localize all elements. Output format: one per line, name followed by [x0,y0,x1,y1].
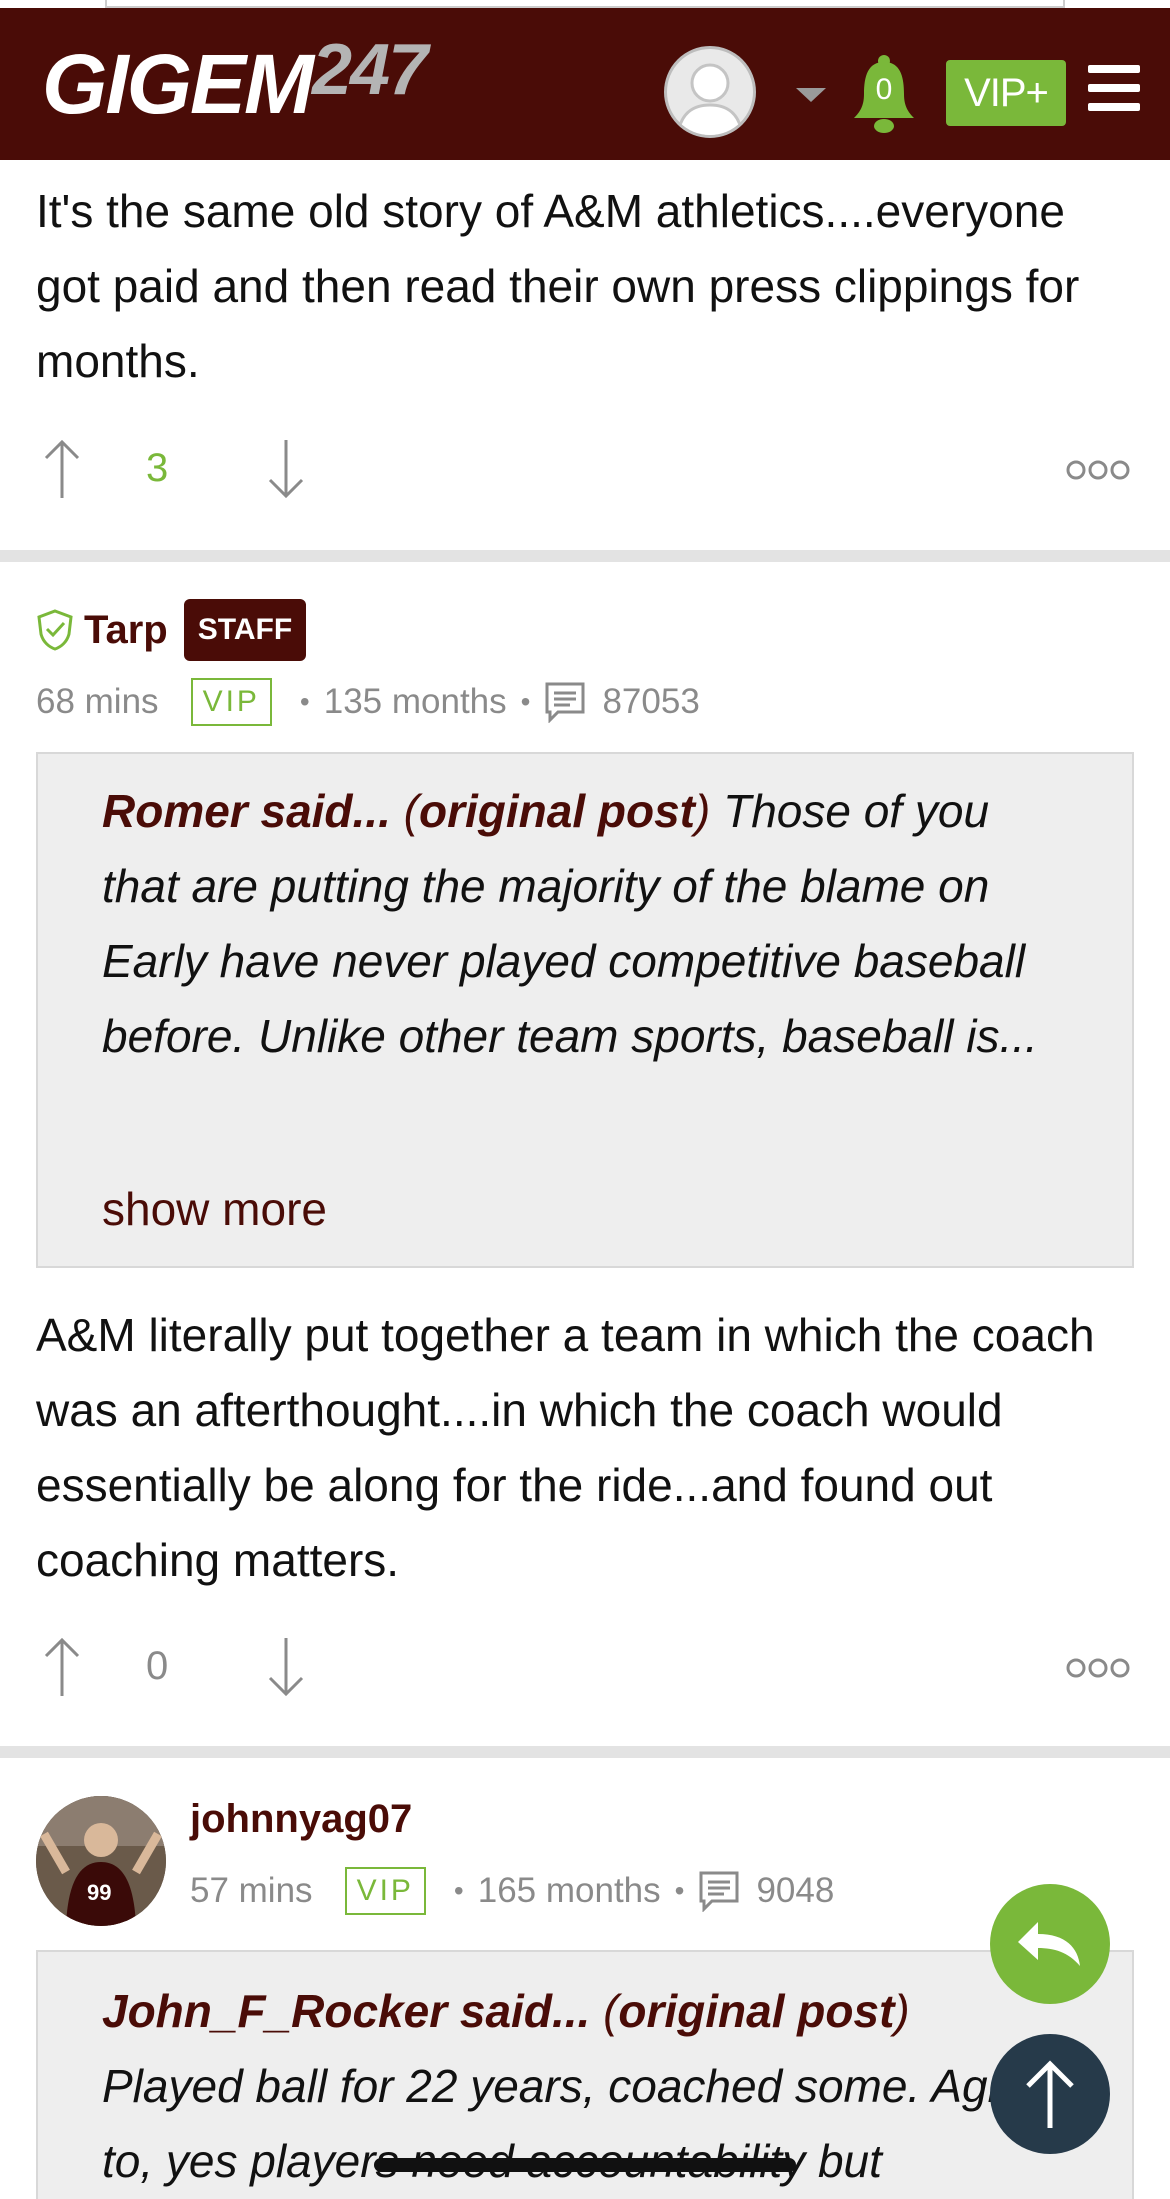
post-author-row: Tarp STAFF [36,598,307,662]
member-tenure: 135 months [323,682,507,721]
author-name[interactable]: johnnyag07 [190,1797,412,1842]
logo-number-text: 247 [312,30,428,110]
notification-count: 0 [875,73,893,106]
post-body: A&M literally put together a team in whi… [36,1309,1095,1586]
post-body: It's the same old story of A&M athletics… [36,185,1080,387]
quote-block: Romer said... (original post) Those of y… [36,752,1134,1268]
arrow-up-icon [1026,2060,1074,2128]
show-more-link[interactable]: show more [102,1182,327,1236]
vip-tag: VIP [190,678,272,726]
quoted-user[interactable]: Romer said... [102,785,391,837]
logo-main-text: GIGEM [42,36,314,131]
post-divider [0,550,1170,562]
member-tenure: 165 months [477,1871,661,1910]
reply-button[interactable] [990,1884,1110,2004]
downvote-arrow-icon[interactable] [266,436,306,502]
caret-down-icon[interactable] [796,88,826,102]
staff-badge: STAFF [183,599,307,661]
vip-plus-button[interactable]: VIP+ [946,60,1066,126]
message-icon [698,1870,740,1913]
vip-tag: VIP [344,1867,426,1915]
post-count: 9048 [756,1871,835,1910]
vote-count: 3 [146,446,169,490]
avatar[interactable]: 99 [36,1796,166,1926]
post-count: 87053 [602,682,700,721]
post-time: 68 mins [36,682,159,721]
post-divider [0,1746,1170,1758]
post-time: 57 mins [190,1871,313,1910]
post-meta: 68 mins VIP • 135 months • 87053 [36,675,700,729]
vote-bar: 0 [36,1634,1136,1704]
vote-count: 0 [146,1644,169,1688]
previous-input-edge [105,0,1065,8]
original-post-link[interactable]: original post [618,1985,894,2037]
home-indicator [374,2158,796,2172]
shield-check-icon [36,608,74,652]
bell-icon[interactable]: 0 [852,54,916,134]
quote-text: Romer said... (original post) Those of y… [102,785,1038,1062]
hamburger-menu-icon[interactable] [1088,65,1140,111]
upvote-arrow-icon[interactable] [42,436,82,502]
post-meta: 57 mins VIP • 165 months • 9048 [190,1864,834,1918]
downvote-arrow-icon[interactable] [266,1634,306,1700]
message-icon [544,681,586,724]
more-options-icon[interactable] [1066,1656,1130,1680]
quoted-user[interactable]: John_F_Rocker said... [102,1985,590,2037]
author-name[interactable]: Tarp [84,608,168,653]
scroll-to-top-button[interactable] [990,2034,1110,2154]
original-post-link[interactable]: original post [419,785,695,837]
reply-icon [1018,1922,1080,1966]
svg-text:99: 99 [87,1880,111,1905]
vote-bar: 3 [36,436,1136,506]
more-options-icon[interactable] [1066,458,1130,482]
user-avatar-icon[interactable] [664,46,756,138]
upvote-arrow-icon[interactable] [42,1634,82,1700]
site-header: GIGEM 247 0 VIP+ [0,8,1170,160]
top-strip [0,0,1170,8]
site-logo[interactable]: GIGEM 247 [42,30,428,131]
